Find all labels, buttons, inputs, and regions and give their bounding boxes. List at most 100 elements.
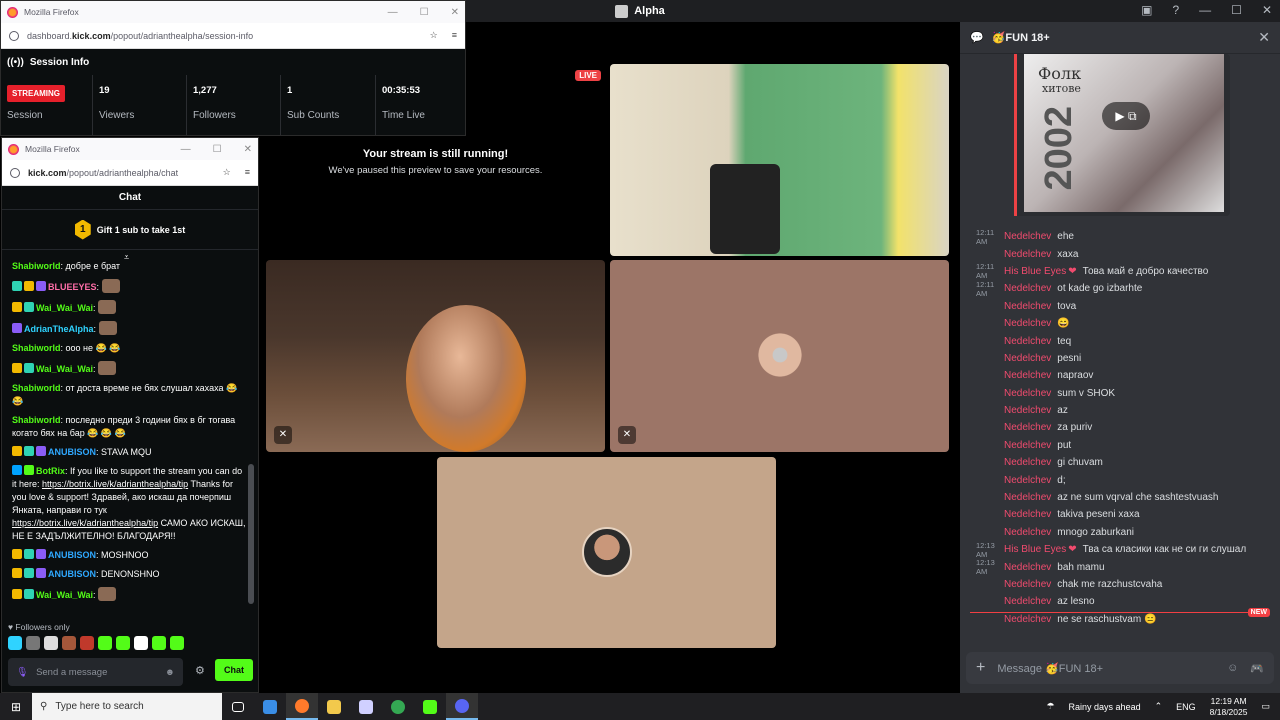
message-placeholder[interactable]: Message 🥳FUN 18+ — [997, 662, 1215, 675]
maximize-button[interactable]: ☐ — [420, 7, 429, 18]
url-bar[interactable]: dashboard.kick.com/popout/adrianthealpha… — [1, 23, 465, 49]
chat-message[interactable]: 12:11 AM Nedelchev ot kade go izbarhte — [976, 280, 1272, 298]
chat-message[interactable]: Nedelchev chak me razchustcvaha — [976, 576, 1272, 593]
message-author[interactable]: Nedelchev — [1004, 283, 1051, 294]
chat-message[interactable]: Nedelchev teq — [976, 332, 1272, 349]
emote[interactable] — [152, 636, 166, 650]
minimize-button[interactable]: — — [1199, 3, 1211, 17]
start-button[interactable]: ⊞ — [0, 693, 32, 720]
chat-message[interactable]: Nedelchev ne se raschustvam 😑 — [976, 611, 1272, 628]
chat-username[interactable]: ANUBISON — [48, 550, 96, 560]
url-text[interactable]: kick.com/popout/adrianthealpha/chat — [28, 168, 178, 178]
url-bar[interactable]: kick.com/popout/adrianthealpha/chat ☆ ≡ — [2, 160, 258, 186]
emoji-icon[interactable]: ☻ — [165, 667, 175, 678]
minimize-button[interactable]: — — [181, 144, 191, 155]
task-view-icon[interactable] — [222, 693, 254, 720]
message-author[interactable]: Nedelchev — [1004, 492, 1051, 503]
chat-username[interactable]: Shabiworld — [12, 415, 61, 425]
menu-icon[interactable]: ≡ — [452, 30, 457, 41]
avatar-tile[interactable] — [437, 457, 776, 648]
message-author[interactable]: Nedelchev — [1004, 596, 1051, 607]
message-author[interactable]: Nedelchev — [1004, 579, 1051, 590]
weather-icon[interactable]: ☂ — [1046, 701, 1054, 712]
chat-message[interactable]: Nedelchev xaxa — [976, 245, 1272, 262]
chat-username[interactable]: AdrianTheAlpha — [24, 324, 94, 334]
camera-tile[interactable]: ✕ — [266, 260, 605, 452]
emote[interactable] — [80, 636, 94, 650]
chat-username[interactable]: Wai_Wai_Wai — [36, 590, 93, 600]
message-author[interactable]: His Blue Eyes — [1004, 266, 1066, 277]
chat-username[interactable]: Shabiworld — [12, 343, 61, 353]
message-author[interactable]: His Blue Eyes — [1004, 544, 1066, 555]
chat-username[interactable]: ANUBISON — [48, 569, 96, 579]
emote[interactable] — [98, 636, 112, 650]
album-embed[interactable]: Фолк хитове 2002 ▶ ⧉ — [1014, 54, 1230, 216]
plus-icon[interactable]: + — [976, 659, 985, 677]
chat-username[interactable]: Wai_Wai_Wai — [36, 364, 93, 374]
chat-input-placeholder[interactable]: Send a message — [36, 667, 157, 678]
scrollbar[interactable] — [248, 264, 256, 604]
clock[interactable]: 12:19 AM 8/18/2025 — [1210, 696, 1248, 718]
message-author[interactable]: Nedelchev — [1004, 475, 1051, 486]
message-author[interactable]: Nedelchev — [1004, 353, 1051, 364]
chevron-up-icon[interactable]: ⌃ — [1155, 701, 1163, 712]
close-icon[interactable]: ✕ — [1258, 29, 1270, 46]
chat-message[interactable]: Nedelchev takiva peseni xaxa — [976, 506, 1272, 523]
minimize-button[interactable]: — — [388, 7, 398, 18]
chat-username[interactable]: Shabiworld — [12, 383, 61, 393]
screen-icon[interactable]: ▣ — [1141, 3, 1152, 17]
avatar-tile[interactable]: ✕ — [610, 260, 949, 452]
emote[interactable] — [62, 636, 76, 650]
chat-message[interactable]: Nedelchev napraov — [976, 367, 1272, 384]
recent-emotes[interactable] — [8, 636, 184, 650]
media-player-icon[interactable] — [350, 693, 382, 720]
message-author[interactable]: Nedelchev — [1004, 614, 1051, 625]
emote[interactable] — [134, 636, 148, 650]
firefox-taskbar-icon[interactable] — [286, 693, 318, 720]
chat-username[interactable]: BotRix — [36, 466, 65, 476]
weather-text[interactable]: Rainy days ahead — [1069, 702, 1141, 712]
emoji-icon[interactable]: ☺ — [1227, 662, 1238, 674]
message-author[interactable]: Nedelchev — [1004, 301, 1051, 312]
kick-app-icon[interactable] — [414, 693, 446, 720]
message-author[interactable]: Nedelchev — [1004, 231, 1051, 242]
file-explorer-icon[interactable] — [318, 693, 350, 720]
close-button[interactable]: ✕ — [244, 144, 252, 155]
close-button[interactable]: ✕ — [1262, 3, 1272, 17]
chat-username[interactable]: BLUEEYES — [48, 282, 97, 292]
message-author[interactable]: Nedelchev — [1004, 249, 1051, 260]
search-placeholder[interactable]: Type here to search — [55, 701, 143, 712]
message-author[interactable]: Nedelchev — [1004, 562, 1051, 573]
chat-username[interactable]: ANUBISON — [48, 447, 96, 457]
emote[interactable] — [26, 636, 40, 650]
chat-username[interactable]: Wai_Wai_Wai — [36, 303, 93, 313]
message-author[interactable]: Nedelchev — [1004, 509, 1051, 520]
message-author[interactable]: Nedelchev — [1004, 457, 1051, 468]
play-icon[interactable]: ▶ ⧉ — [1102, 102, 1150, 130]
language-indicator[interactable]: ENG — [1176, 702, 1196, 712]
maximize-button[interactable]: ☐ — [213, 144, 222, 155]
chat-username[interactable]: Shabiworld — [12, 261, 61, 271]
camera-tile[interactable] — [610, 64, 949, 256]
message-author[interactable]: Nedelchev — [1004, 440, 1051, 451]
discord-taskbar-icon[interactable] — [446, 693, 478, 720]
notification-icon[interactable]: ▭ — [1261, 701, 1270, 712]
send-chat-button[interactable]: Chat — [215, 659, 253, 681]
scrollbar-thumb[interactable] — [248, 464, 254, 604]
chat-message[interactable]: 12:11 AM His Blue Eyes ❤ Това май е добро к… — [976, 262, 1272, 280]
menu-icon[interactable]: ≡ — [245, 167, 250, 178]
message-author[interactable]: Nedelchev — [1004, 318, 1051, 329]
chat-message[interactable]: Nedelchev sum v SHOK — [976, 385, 1272, 402]
chat-message[interactable]: Nedelchev gi chuvam — [976, 454, 1272, 471]
mic-icon[interactable]: 🎙 — [16, 667, 28, 678]
chat-message[interactable]: 12:11 AM Nedelchev ehe — [976, 228, 1272, 246]
chat-link[interactable]: https://botrix.live/k/adrianthealpha/tip — [12, 518, 158, 528]
chat-message[interactable]: 12:13 AM Nedelchev bah mamu — [976, 558, 1272, 576]
close-button[interactable]: ✕ — [451, 7, 459, 18]
message-author[interactable]: Nedelchev — [1004, 388, 1051, 399]
app-icon[interactable] — [254, 693, 286, 720]
gear-icon[interactable]: ⚙ — [195, 664, 205, 677]
message-author[interactable]: Nedelchev — [1004, 336, 1051, 347]
chat-message[interactable]: Nedelchev put — [976, 437, 1272, 454]
chat-message[interactable]: Nedelchev mnogo zaburkani — [976, 524, 1272, 541]
